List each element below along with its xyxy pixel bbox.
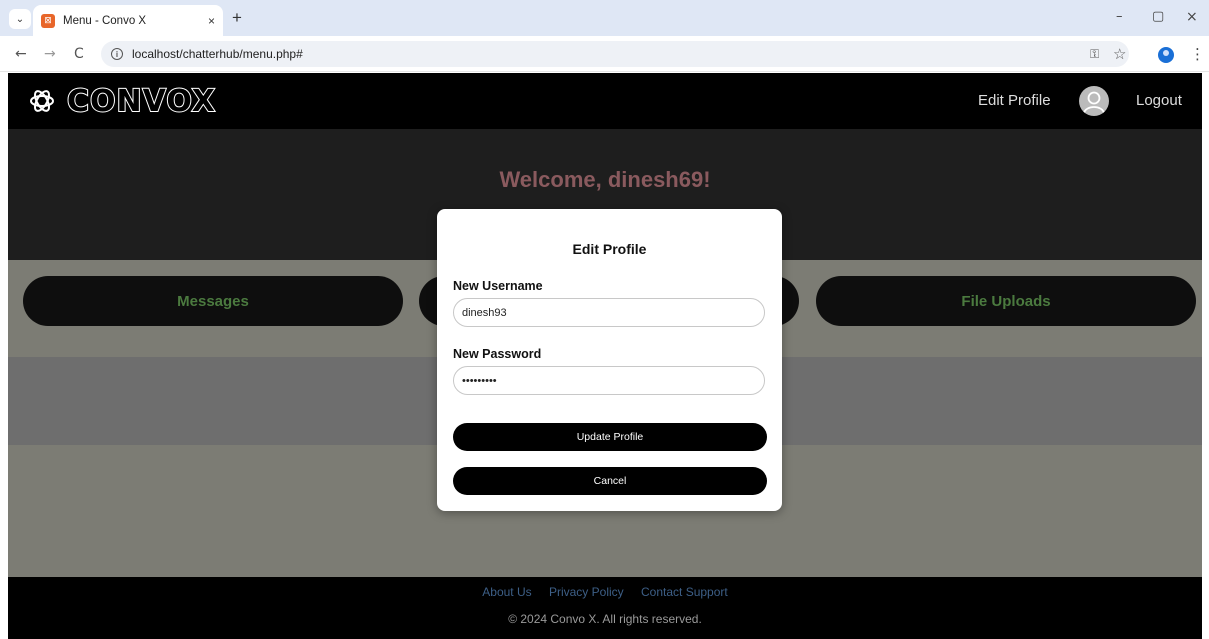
user-avatar-icon — [1083, 91, 1105, 114]
password-label: New Password — [453, 347, 542, 361]
footer: About Us Privacy Policy Contact Support … — [8, 577, 1202, 639]
reload-icon[interactable]: C — [74, 46, 84, 62]
new-tab-icon[interactable]: + — [232, 8, 242, 28]
tab-search-icon[interactable]: ⌄ — [9, 9, 31, 29]
key-icon[interactable]: ⚿ — [1090, 47, 1099, 62]
close-window-icon[interactable]: × — [1186, 9, 1198, 25]
restore-icon[interactable]: ▢ — [1152, 9, 1164, 24]
browser-tab[interactable]: ⊠ Menu - Convo X × — [33, 5, 223, 36]
file-uploads-button[interactable]: File Uploads — [816, 276, 1196, 326]
browser-tab-bar: ⌄ ⊠ Menu - Convo X × + – ▢ × — [0, 0, 1209, 36]
footer-link-about[interactable]: About Us — [482, 585, 531, 599]
minimize-icon[interactable]: – — [1116, 9, 1123, 24]
star-icon[interactable]: ☆ — [1113, 45, 1126, 63]
favicon-icon: ⊠ — [41, 13, 55, 28]
kebab-menu-icon[interactable]: ⋮ — [1190, 45, 1205, 63]
omnibox[interactable]: i localhost/chatterhub/menu.php# — [101, 41, 1129, 67]
back-icon[interactable]: ← — [15, 46, 27, 62]
site-header: CONVOX Edit Profile Logout — [8, 73, 1202, 129]
profile-icon[interactable] — [1158, 47, 1174, 63]
site-info-icon[interactable]: i — [111, 48, 123, 60]
url-text: localhost/chatterhub/menu.php# — [132, 47, 303, 61]
edit-profile-modal: Edit Profile New Username New Password U… — [437, 209, 782, 511]
forward-icon[interactable]: → — [44, 46, 56, 62]
address-bar-row: ← → C i localhost/chatterhub/menu.php# ⚿… — [0, 36, 1209, 72]
footer-links: About Us Privacy Policy Contact Support — [8, 585, 1202, 599]
footer-link-privacy[interactable]: Privacy Policy — [549, 585, 624, 599]
password-input[interactable] — [453, 366, 765, 395]
messages-button[interactable]: Messages — [23, 276, 403, 326]
nav-logout-link[interactable]: Logout — [1136, 92, 1182, 109]
logo-text[interactable]: CONVOX — [66, 83, 216, 120]
openai-knot-icon — [30, 90, 54, 112]
username-input[interactable] — [453, 298, 765, 327]
logo-text-part2: X — [191, 83, 216, 120]
copyright-text: © 2024 Convo X. All rights reserved. — [508, 612, 702, 626]
welcome-heading: Welcome, dinesh69! — [499, 167, 711, 192]
cancel-button[interactable]: Cancel — [453, 467, 767, 495]
username-label: New Username — [453, 279, 543, 293]
modal-title: Edit Profile — [572, 241, 647, 257]
tab-close-icon[interactable]: × — [208, 14, 215, 28]
update-profile-button[interactable]: Update Profile — [453, 423, 767, 451]
tab-title: Menu - Convo X — [63, 14, 147, 27]
avatar[interactable] — [1079, 86, 1109, 116]
nav-edit-profile-link[interactable]: Edit Profile — [978, 92, 1051, 109]
footer-link-support[interactable]: Contact Support — [641, 585, 728, 599]
logo-text-part1: CONVO — [66, 83, 192, 120]
